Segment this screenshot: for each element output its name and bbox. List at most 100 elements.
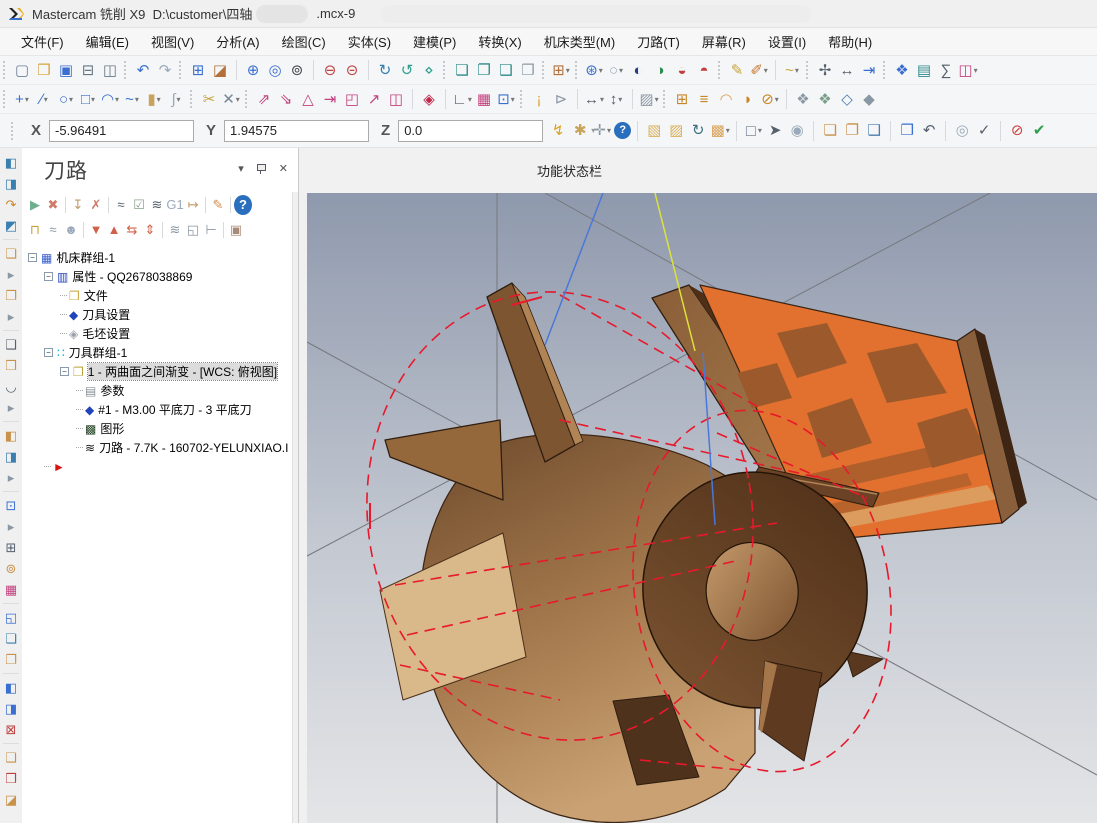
cube-up-button[interactable]: ◧ — [2, 426, 20, 445]
machine-mill-button[interactable]: ❖ — [793, 87, 813, 111]
swarf-button[interactable]: ◗ — [738, 87, 758, 111]
hatch-button-dropdown-icon[interactable]: ▾ — [655, 95, 659, 104]
zoom-window-button[interactable]: ⊕ — [243, 58, 263, 82]
frame-cube-button[interactable]: ⊡ — [2, 496, 20, 515]
cylinder-button[interactable]: ▮▾ — [144, 87, 164, 111]
tree-node-tool[interactable]: ◆#1 - M3.00 平底刀 - 3 平底刀 — [22, 400, 298, 419]
cube-solid-button[interactable]: ❏ — [2, 244, 20, 263]
ghost-button[interactable]: ☻ — [62, 220, 80, 240]
rotate-view-button[interactable]: ↺ — [397, 58, 417, 82]
analyze-distance-button[interactable]: ↔ — [837, 58, 857, 82]
tree-node-toolpath-file[interactable]: ≋刀路 - 7.7K - 160702-YELUNXIAO.I — [22, 438, 298, 457]
tree-node-machine-group[interactable]: −▦机床群组-1 — [22, 248, 298, 267]
axis-snap-button[interactable]: ✛▾ — [592, 119, 612, 143]
move-down-button[interactable]: ▼ — [87, 220, 105, 240]
layout-button-dropdown-icon[interactable]: ▾ — [974, 66, 978, 75]
note-label-button[interactable]: ⊳ — [551, 87, 571, 111]
xform-mirror-button[interactable]: △ — [298, 87, 318, 111]
divide-button-dropdown-icon[interactable]: ▾ — [236, 95, 240, 104]
gear-point-button[interactable]: ✱ — [570, 119, 590, 143]
spline-button-dropdown-icon[interactable]: ▾ — [135, 95, 139, 104]
wcs-button[interactable]: ◈ — [419, 87, 439, 111]
select-sync-button[interactable]: ↻ — [688, 119, 708, 143]
zoom-selected-button[interactable]: ⊚ — [287, 58, 307, 82]
move-up-button[interactable]: ▲ — [105, 220, 123, 240]
delete-selected-button[interactable]: ✗ — [87, 195, 105, 215]
search-cube-button[interactable]: ⊚ — [2, 559, 20, 578]
undo-button[interactable]: ↶ — [133, 58, 153, 82]
film-button[interactable]: ▣ — [227, 220, 245, 240]
axis-snap-button-dropdown-icon[interactable]: ▾ — [607, 126, 611, 135]
menu-edit[interactable]: 编辑(E) — [75, 28, 140, 55]
xform-scale-button[interactable]: ◰ — [342, 87, 362, 111]
solid-result-button[interactable]: ❏ — [820, 119, 840, 143]
circle-button-dropdown-icon[interactable]: ▾ — [69, 95, 73, 104]
surface-button[interactable]: ∫▾ — [166, 87, 186, 111]
pencil-multi-button[interactable]: ✐▾ — [749, 58, 769, 82]
book-blue-button[interactable]: ◨ — [2, 699, 20, 718]
lock-button[interactable]: ⊓ — [26, 220, 44, 240]
fillet-button[interactable]: ◠▾ — [100, 87, 120, 111]
view-iso-button[interactable]: ❐ — [474, 58, 494, 82]
fit-screen-button[interactable]: ⊞ — [188, 58, 208, 82]
dim-horizontal-button-dropdown-icon[interactable]: ▾ — [600, 95, 604, 104]
tree-node-files[interactable]: ❒文件 — [22, 286, 298, 305]
verify-button[interactable]: ☑ — [130, 195, 148, 215]
point-button[interactable]: +▾ — [12, 87, 32, 111]
surface-button-dropdown-icon[interactable]: ▾ — [177, 95, 181, 104]
fillet-button-dropdown-icon[interactable]: ▾ — [115, 95, 119, 104]
dynamic-rotate-button[interactable]: ↻ — [375, 58, 395, 82]
xform-move-button[interactable]: ↗ — [364, 87, 384, 111]
cube-tan-button[interactable]: ❒ — [2, 356, 20, 375]
wire-cube-button[interactable]: ⊞ — [2, 538, 20, 557]
tree-node-operation-1[interactable]: −❐1 - 两曲面之间渐变 - [WCS: 俯视图] — [22, 362, 298, 381]
bowl-button[interactable]: ◡ — [2, 377, 20, 396]
print-preview-button[interactable]: ◫ — [100, 58, 120, 82]
undo-selection-button[interactable]: ↶ — [919, 119, 939, 143]
repaint-button[interactable]: ◪ — [210, 58, 230, 82]
line-button[interactable]: ∕▾ — [34, 87, 54, 111]
shade-edges-button[interactable]: ◒ — [672, 58, 692, 82]
paste-rotate-button[interactable]: ◨ — [2, 174, 20, 193]
menu-screen[interactable]: 屏幕(R) — [691, 28, 757, 55]
note-bulb-button[interactable]: ¡ — [529, 87, 549, 111]
dim-horizontal-button[interactable]: ↔▾ — [584, 87, 604, 111]
recalc-button[interactable]: ◱ — [184, 220, 202, 240]
shade-on-button[interactable]: ◑ — [650, 58, 670, 82]
gview-globe-button-dropdown-icon[interactable]: ▾ — [599, 66, 603, 75]
trim-path-button[interactable]: ≋ — [166, 220, 184, 240]
open-file-button[interactable]: ❒ — [34, 58, 54, 82]
gview-axis-button[interactable]: ∟▾ — [452, 87, 472, 111]
cube-draft-button[interactable]: ❐ — [2, 286, 20, 305]
rotary-button-dropdown-icon[interactable]: ▾ — [775, 95, 779, 104]
surface-rough-button[interactable]: ⊞ — [672, 87, 692, 111]
gview-globe-button[interactable]: ⊛▾ — [584, 58, 604, 82]
cube-person-button[interactable]: ❏ — [2, 629, 20, 648]
viewport-3d[interactable] — [307, 193, 1097, 823]
xform-array-button[interactable]: ◫ — [386, 87, 406, 111]
tree-node-tool-group-expand-box[interactable]: − — [44, 348, 53, 357]
view-top-button[interactable]: ❏ — [452, 58, 472, 82]
solids-history-button[interactable]: ❒ — [897, 119, 917, 143]
sigma-button[interactable]: ∑ — [936, 58, 956, 82]
select-box-button-dropdown-icon[interactable]: ▾ — [758, 126, 762, 135]
machine-lathe-button[interactable]: ❖ — [815, 87, 835, 111]
select-cursor-button[interactable]: ➤ — [765, 119, 785, 143]
machine-wire-button[interactable]: ◆ — [859, 87, 879, 111]
grid-window-button[interactable]: ▦ — [2, 580, 20, 599]
solid-keep-button[interactable]: ❐ — [842, 119, 862, 143]
rect-button[interactable]: □▾ — [78, 87, 98, 111]
cube-check-button[interactable]: ❒ — [2, 769, 20, 788]
tree-node-stock-setup[interactable]: ◈毛坯设置 — [22, 324, 298, 343]
tree-node-tool-group[interactable]: −∷刀具群组-1 — [22, 343, 298, 362]
panel-chevron-down-icon[interactable]: ▾ — [238, 162, 244, 175]
pan-button[interactable]: ⋄ — [419, 58, 439, 82]
xform-translate-button[interactable]: ⇗ — [254, 87, 274, 111]
net-hook-button[interactable]: ❖ — [892, 58, 912, 82]
book-pencil-button[interactable]: ◧ — [2, 678, 20, 697]
select-sphere-button[interactable]: ◉ — [787, 119, 807, 143]
rotary-button[interactable]: ⊘▾ — [760, 87, 780, 111]
menu-help[interactable]: 帮助(H) — [817, 28, 883, 55]
divide-button[interactable]: ✕▾ — [221, 87, 241, 111]
menu-machine-type[interactable]: 机床类型(M) — [533, 28, 627, 55]
